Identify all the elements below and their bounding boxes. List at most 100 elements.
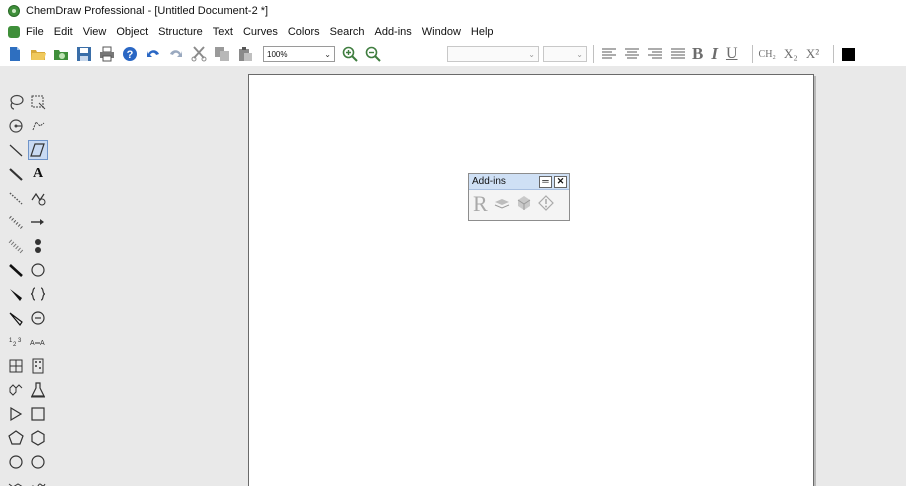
print-icon[interactable]: [98, 45, 116, 63]
add-ins-close-button[interactable]: ✕: [554, 175, 567, 188]
main-toolbar: ? 100% ⌄ ⌄ ⌄ B I U CH₂ X₂ X²: [0, 42, 906, 66]
superscript-button[interactable]: X²: [806, 46, 819, 62]
menu-add-ins[interactable]: Add-ins: [374, 26, 411, 38]
template-ring-icon[interactable]: [6, 380, 26, 400]
atom-map-icon[interactable]: 123: [6, 332, 26, 352]
wedge-bond-icon[interactable]: [6, 284, 26, 304]
toolbar-separator: [593, 45, 594, 63]
redo-icon[interactable]: [167, 45, 185, 63]
menu-edit[interactable]: Edit: [54, 26, 73, 38]
svg-text:A: A: [30, 340, 35, 347]
align-center-icon[interactable]: [623, 45, 641, 63]
formula-button[interactable]: CH₂: [759, 49, 776, 60]
open-template-icon[interactable]: [52, 45, 70, 63]
hollow-wedge-icon[interactable]: [6, 308, 26, 328]
document-icon[interactable]: [8, 26, 20, 38]
chevron-down-icon: ⌄: [528, 49, 535, 59]
table-icon[interactable]: [6, 356, 26, 376]
svg-text:2: 2: [13, 342, 17, 348]
grid-icon[interactable]: [516, 195, 532, 214]
toolbar-separator: [751, 45, 753, 63]
menu-curves[interactable]: Curves: [243, 26, 278, 38]
eraser-icon[interactable]: [28, 140, 48, 160]
tool-palette: A 123 AA: [0, 66, 70, 486]
solid-bond-icon[interactable]: [6, 260, 26, 280]
cut-icon[interactable]: [190, 45, 208, 63]
help-icon[interactable]: ?: [121, 45, 139, 63]
zoom-value: 100%: [267, 49, 288, 59]
zoom-select[interactable]: 100% ⌄: [263, 46, 335, 62]
rotate-icon[interactable]: [6, 116, 26, 136]
document-canvas[interactable]: [248, 74, 814, 486]
font-size-select[interactable]: ⌄: [543, 46, 587, 62]
svg-text:?: ?: [127, 49, 134, 61]
copy-icon[interactable]: [213, 45, 231, 63]
color-swatch-icon[interactable]: [840, 45, 858, 63]
new-document-icon[interactable]: [6, 45, 24, 63]
add-ins-title: Add-ins: [472, 176, 506, 187]
charge-icon[interactable]: [28, 308, 48, 328]
zoom-in-icon[interactable]: [341, 45, 359, 63]
open-icon[interactable]: [29, 45, 47, 63]
undo-icon[interactable]: [144, 45, 162, 63]
tlc-plate-icon[interactable]: [28, 356, 48, 376]
justify-icon[interactable]: [669, 45, 687, 63]
menu-help[interactable]: Help: [471, 26, 494, 38]
lasso-icon[interactable]: [6, 92, 26, 112]
add-ins-palette[interactable]: Add-ins ═ ✕ R: [468, 173, 570, 221]
hexagon-icon[interactable]: [28, 428, 48, 448]
right-margin: [818, 66, 906, 486]
chemdraw-app-icon: [8, 5, 20, 17]
zoom-out-icon[interactable]: [364, 45, 382, 63]
font-select[interactable]: ⌄: [447, 46, 539, 62]
hashed-bond-icon[interactable]: [6, 188, 26, 208]
triangle-icon[interactable]: [6, 404, 26, 424]
boat-icon[interactable]: [28, 476, 48, 486]
single-bond-icon[interactable]: [6, 140, 26, 160]
arrow-icon[interactable]: [28, 212, 48, 232]
circle-icon[interactable]: [28, 260, 48, 280]
align-left-icon[interactable]: [600, 45, 618, 63]
pentagon-icon[interactable]: [6, 428, 26, 448]
bold-bond-icon[interactable]: [6, 164, 26, 184]
menu-search[interactable]: Search: [330, 26, 365, 38]
chair-icon[interactable]: [6, 476, 26, 486]
circle-ring-icon[interactable]: [6, 452, 26, 472]
layers-icon[interactable]: [494, 195, 510, 214]
wide-hashed-wedge-icon[interactable]: [6, 236, 26, 256]
lab-flask-icon[interactable]: [28, 380, 48, 400]
bold-button[interactable]: B: [692, 44, 703, 64]
chain-icon[interactable]: [28, 188, 48, 208]
align-right-icon[interactable]: [646, 45, 664, 63]
add-ins-title-bar[interactable]: Add-ins ═ ✕: [469, 174, 569, 190]
menu-colors[interactable]: Colors: [288, 26, 320, 38]
chevron-down-icon: ⌄: [576, 49, 583, 59]
octagon-icon[interactable]: [28, 452, 48, 472]
menu-text[interactable]: Text: [213, 26, 233, 38]
add-ins-minimize-button[interactable]: ═: [539, 175, 552, 188]
paste-icon[interactable]: [236, 45, 254, 63]
marquee-icon[interactable]: [28, 92, 48, 112]
title-bar: ChemDraw Professional - [Untitled Docume…: [0, 0, 906, 22]
brackets-icon[interactable]: [28, 284, 48, 304]
toolbar-separator: [833, 45, 835, 63]
menu-window[interactable]: Window: [422, 26, 461, 38]
save-icon[interactable]: [75, 45, 93, 63]
warning-icon[interactable]: [537, 194, 554, 214]
menu-view[interactable]: View: [83, 26, 107, 38]
reaction-map-icon[interactable]: AA: [28, 332, 48, 352]
underline-button[interactable]: U: [726, 45, 738, 63]
menu-bar: File Edit View Object Structure Text Cur…: [0, 22, 906, 42]
subscript-button[interactable]: X₂: [784, 46, 798, 62]
svg-text:A: A: [40, 340, 45, 347]
menu-structure[interactable]: Structure: [158, 26, 203, 38]
square-icon[interactable]: [28, 404, 48, 424]
menu-object[interactable]: Object: [116, 26, 148, 38]
orbital-icon[interactable]: [28, 236, 48, 256]
r-group-icon[interactable]: R: [473, 193, 488, 215]
menu-file[interactable]: File: [26, 26, 44, 38]
hashed-wedge-icon[interactable]: [6, 212, 26, 232]
italic-button[interactable]: I: [711, 44, 718, 64]
structure-perspective-icon[interactable]: [28, 116, 48, 136]
text-tool[interactable]: A: [28, 164, 48, 184]
